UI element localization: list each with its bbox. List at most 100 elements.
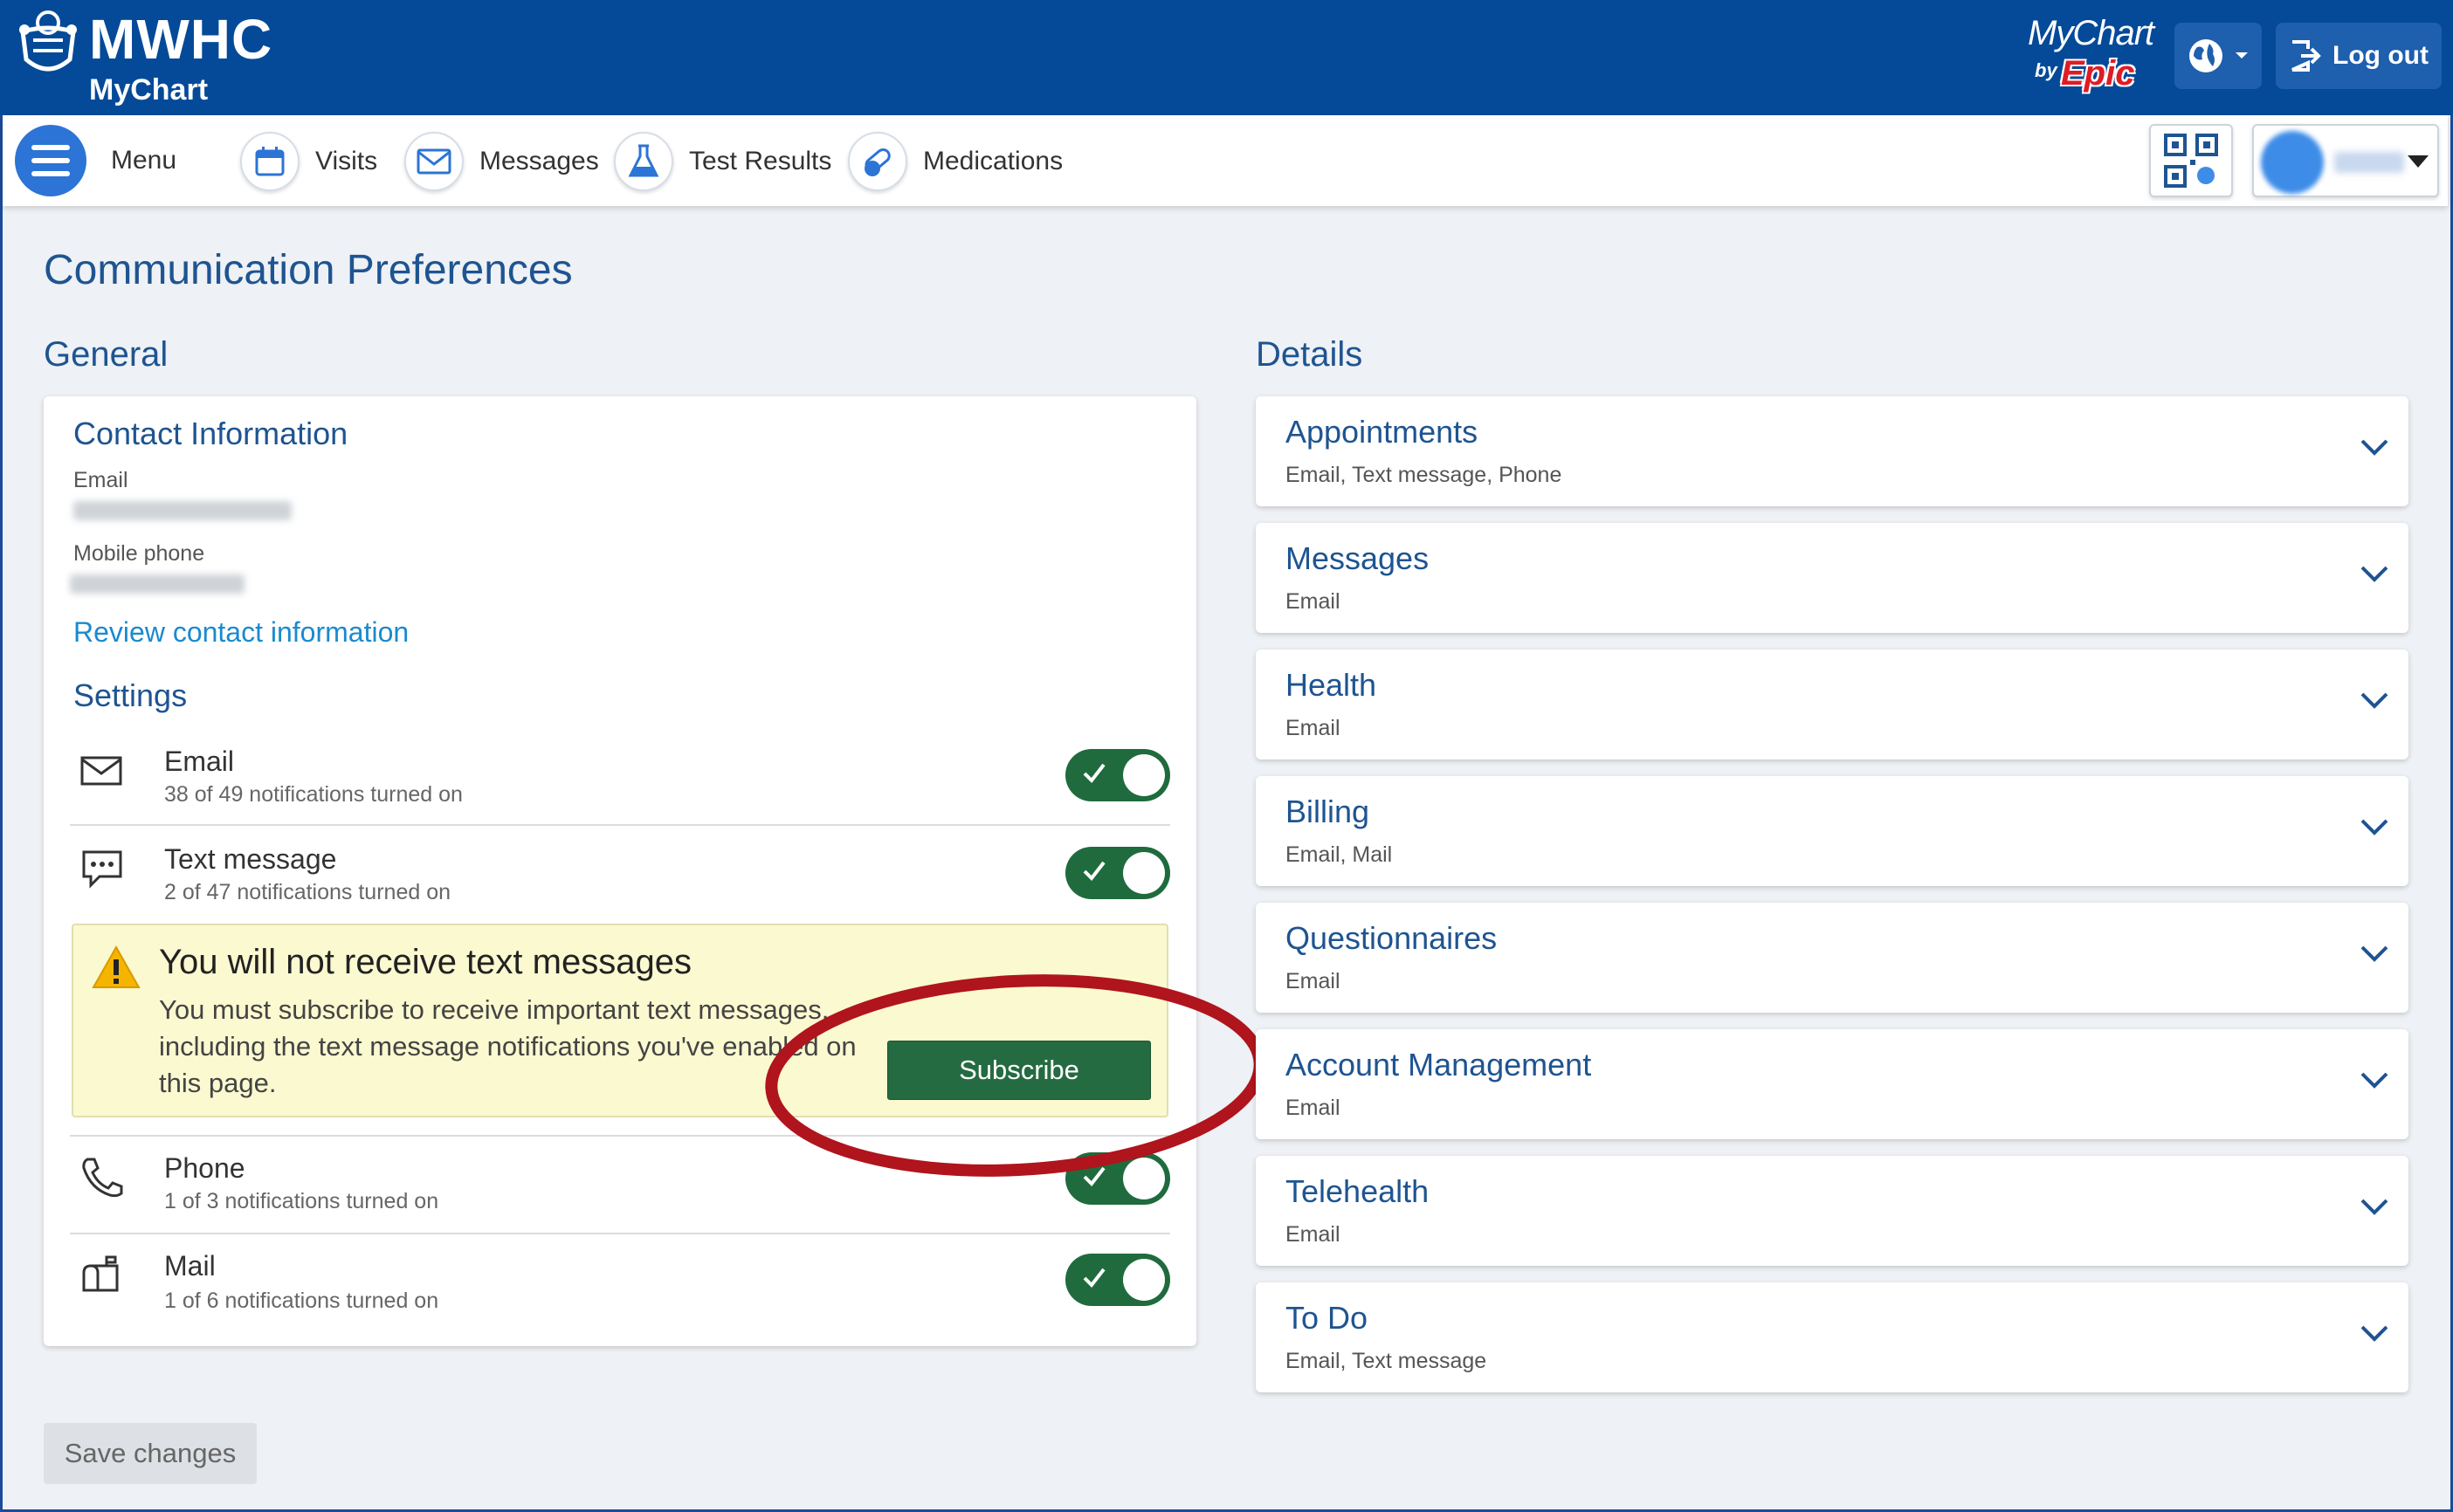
menu-button[interactable]: Menu xyxy=(15,124,176,197)
mobile-field-label: Mobile phone xyxy=(73,541,205,566)
detail-title: Appointments xyxy=(1285,414,1478,450)
divider xyxy=(70,824,1170,826)
chevron-down-icon xyxy=(2236,52,2248,58)
envelope-icon xyxy=(404,132,464,191)
detail-title: Billing xyxy=(1285,794,1370,829)
general-section-title: General xyxy=(44,335,169,374)
language-button[interactable] xyxy=(2174,23,2262,89)
mwhc-logo[interactable]: MWHC MyChart xyxy=(12,5,292,110)
check-icon xyxy=(1083,1268,1106,1289)
mobile-redacted xyxy=(70,574,245,594)
setting-name: Text message xyxy=(164,843,337,875)
detail-to-do[interactable]: To Do Email, Text message xyxy=(1256,1282,2408,1392)
detail-title: Account Management xyxy=(1285,1047,1592,1082)
settings-heading: Settings xyxy=(73,677,188,713)
brand-by-text: by xyxy=(2035,59,2057,81)
details-section-title: Details xyxy=(1256,335,1363,374)
detail-title: To Do xyxy=(1285,1300,1368,1336)
detail-billing[interactable]: Billing Email, Mail xyxy=(1256,776,2408,886)
messages-label: Messages xyxy=(479,147,599,175)
logout-icon xyxy=(2291,40,2321,72)
setting-status: 1 of 3 notifications turned on xyxy=(164,1189,439,1213)
setting-row-mail: Mail 1 of 6 notifications turned on xyxy=(70,1243,1170,1320)
menu-label: Menu xyxy=(111,146,177,175)
annotation-ellipse xyxy=(765,974,1266,1177)
avatar xyxy=(2261,131,2324,194)
chevron-down-icon xyxy=(2360,1072,2388,1089)
setting-name: Phone xyxy=(164,1152,245,1184)
nav-visits[interactable]: Visits xyxy=(240,131,377,192)
chevron-down-icon xyxy=(2360,439,2388,456)
toggle-knob xyxy=(1123,754,1165,796)
top-header: MWHC MyChart MyChart by Epic Log out xyxy=(0,0,2453,115)
user-account-button[interactable] xyxy=(2252,124,2439,197)
detail-title: Questionnaires xyxy=(1285,920,1498,956)
hamburger-icon xyxy=(15,125,86,196)
setting-status: 1 of 6 notifications turned on xyxy=(164,1289,439,1313)
toggle-knob xyxy=(1123,852,1165,894)
crest-icon xyxy=(19,10,77,72)
detail-channels: Email xyxy=(1285,1222,1340,1247)
chevron-down-icon xyxy=(2360,566,2388,582)
nav-bar: Menu Visits Messages Test Results Medica… xyxy=(3,115,2448,206)
flask-icon xyxy=(614,132,673,191)
logout-label: Log out xyxy=(2332,41,2429,70)
detail-health[interactable]: Health Email xyxy=(1256,649,2408,759)
check-icon xyxy=(1083,861,1106,882)
email-toggle[interactable] xyxy=(1065,749,1170,801)
nav-messages[interactable]: Messages xyxy=(404,131,599,192)
setting-status: 38 of 49 notifications turned on xyxy=(164,782,463,807)
text-message-toggle[interactable] xyxy=(1065,847,1170,899)
review-contact-link[interactable]: Review contact information xyxy=(73,616,409,649)
mychart-epic-logo: MyChart by Epic xyxy=(2028,14,2159,101)
mailbox-icon xyxy=(82,1255,119,1292)
logo-title: MWHC xyxy=(89,8,273,71)
detail-account-management[interactable]: Account Management Email xyxy=(1256,1029,2408,1139)
warning-title: You will not receive text messages xyxy=(159,943,692,981)
setting-row-text-message: Text message 2 of 47 notifications turne… xyxy=(70,835,1170,911)
calendar-icon xyxy=(240,132,300,191)
globe-icon xyxy=(2189,39,2222,72)
setting-name: Mail xyxy=(164,1250,216,1282)
detail-channels: Email xyxy=(1285,716,1340,740)
setting-name: Email xyxy=(164,746,235,777)
detail-title: Health xyxy=(1285,667,1377,703)
detail-telehealth[interactable]: Telehealth Email xyxy=(1256,1156,2408,1266)
test-results-label: Test Results xyxy=(689,147,832,175)
brand-mychart-text: MyChart xyxy=(2028,14,2154,52)
logout-button[interactable]: Log out xyxy=(2276,23,2442,89)
chevron-down-icon xyxy=(2360,1199,2388,1215)
chevron-down-icon xyxy=(2360,1325,2388,1342)
detail-messages[interactable]: Messages Email xyxy=(1256,523,2408,633)
warning-text: You must subscribe to receive important … xyxy=(159,994,857,1098)
check-icon xyxy=(1083,763,1106,784)
detail-channels: Email, Text message, Phone xyxy=(1285,463,1562,487)
user-name-redacted xyxy=(2334,152,2404,173)
qr-code-button[interactable] xyxy=(2149,124,2233,197)
chevron-down-icon xyxy=(2360,692,2388,709)
setting-status: 2 of 47 notifications turned on xyxy=(164,880,451,904)
logo-subtitle: MyChart xyxy=(89,73,209,107)
detail-appointments[interactable]: Appointments Email, Text message, Phone xyxy=(1256,396,2408,506)
chevron-down-icon xyxy=(2360,819,2388,835)
toggle-knob xyxy=(1123,1259,1165,1301)
phone-icon xyxy=(82,1158,123,1198)
nav-test-results[interactable]: Test Results xyxy=(614,131,831,192)
email-redacted xyxy=(73,501,292,520)
visits-label: Visits xyxy=(315,147,378,175)
save-changes-button[interactable]: Save changes xyxy=(44,1423,257,1484)
general-card: Contact Information Email Mobile phone R… xyxy=(44,396,1196,1346)
email-field-label: Email xyxy=(73,468,128,492)
brand-epic-text: Epic xyxy=(2061,54,2135,93)
chevron-down-icon xyxy=(2360,945,2388,962)
detail-channels: Email, Mail xyxy=(1285,842,1393,867)
setting-row-email: Email 38 of 49 notifications turned on xyxy=(70,737,1170,814)
mail-toggle[interactable] xyxy=(1065,1254,1170,1306)
warning-icon xyxy=(92,945,141,988)
page-title: Communication Preferences xyxy=(44,247,573,293)
detail-channels: Email xyxy=(1285,1096,1340,1120)
chat-bubble-icon xyxy=(82,850,122,889)
detail-questionnaires[interactable]: Questionnaires Email xyxy=(1256,903,2408,1013)
nav-medications[interactable]: Medications xyxy=(848,131,1063,192)
pill-icon xyxy=(848,132,907,191)
